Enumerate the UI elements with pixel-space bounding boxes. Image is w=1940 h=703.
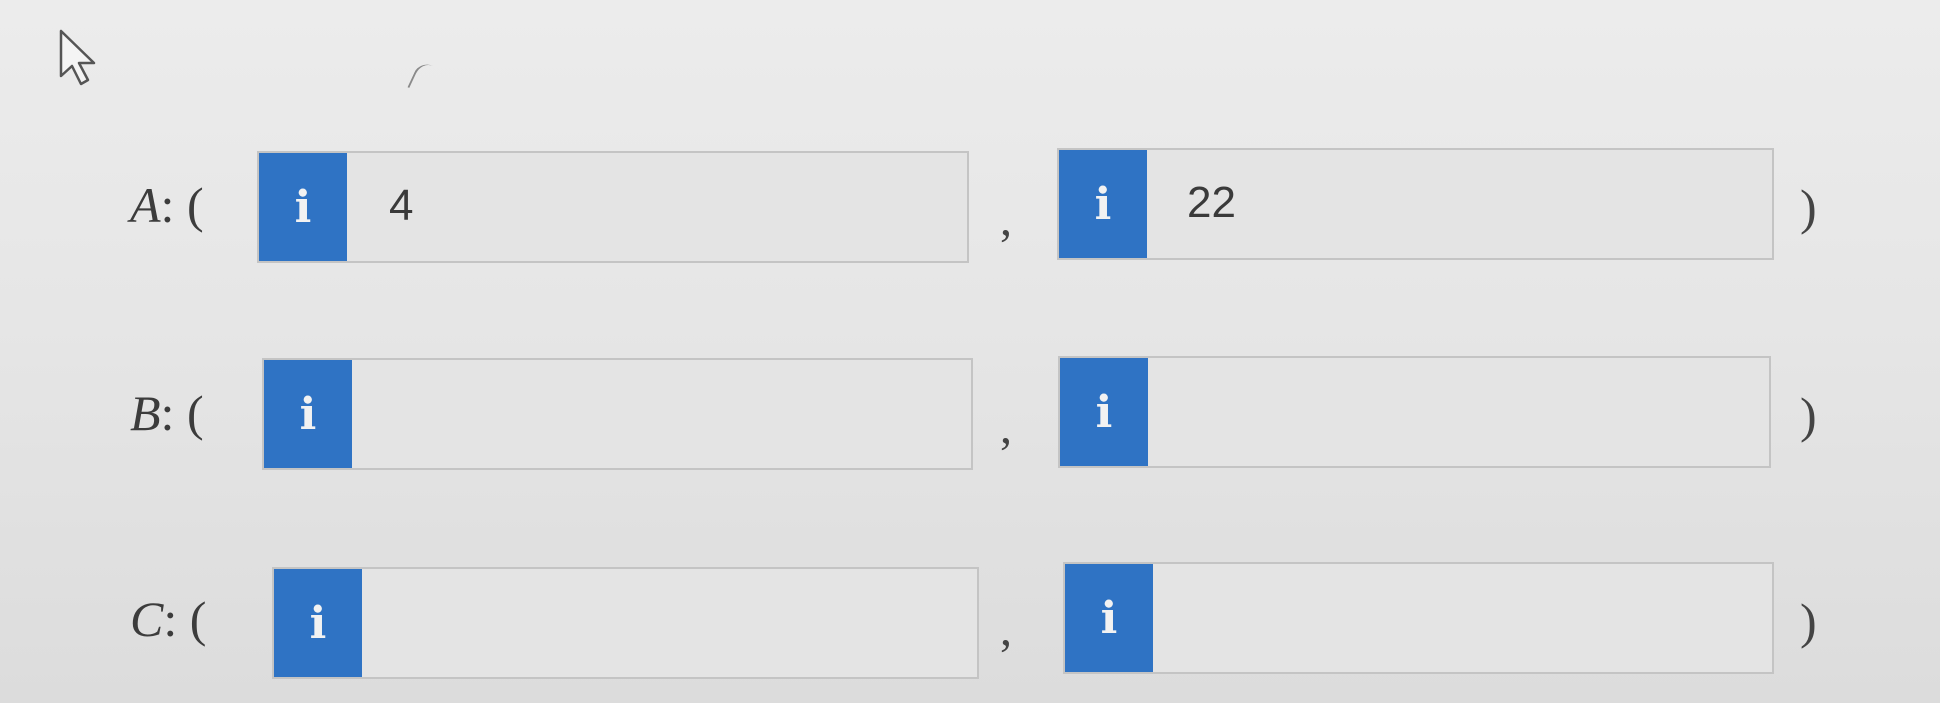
info-icon[interactable]: i [1065, 564, 1153, 672]
info-icon[interactable]: i [274, 569, 362, 677]
mouse-pointer-icon [59, 29, 96, 86]
info-icon[interactable]: i [259, 153, 347, 261]
close-paren: ) [1800, 593, 1817, 649]
point-label: A: ( [130, 177, 204, 233]
comma-separator: , [1000, 193, 1012, 246]
comma-separator: , [1000, 401, 1012, 454]
y-coordinate-field[interactable]: i 22 [1057, 148, 1774, 260]
y-value: 22 [1187, 178, 1236, 227]
info-icon[interactable]: i [264, 360, 352, 468]
point-row-c: C: ( i , i ) [0, 562, 1940, 682]
close-paren: ) [1800, 179, 1817, 235]
x-coordinate-field[interactable]: i [262, 358, 973, 470]
point-label: C: ( [130, 591, 207, 647]
info-icon[interactable]: i [1059, 150, 1147, 258]
close-paren: ) [1800, 387, 1817, 443]
comma-separator: , [1000, 603, 1012, 656]
point-row-a: A: ( i 4 , i 22 ) [0, 148, 1940, 268]
x-coordinate-field[interactable]: i [272, 567, 979, 679]
x-coordinate-field[interactable]: i 4 [257, 151, 969, 263]
point-label: B: ( [130, 385, 204, 441]
y-coordinate-field[interactable]: i [1063, 562, 1774, 674]
y-coordinate-field[interactable]: i [1058, 356, 1771, 468]
stray-mark [407, 60, 435, 94]
info-icon[interactable]: i [1060, 358, 1148, 466]
x-value: 4 [389, 181, 414, 230]
point-row-b: B: ( i , i ) [0, 356, 1940, 476]
